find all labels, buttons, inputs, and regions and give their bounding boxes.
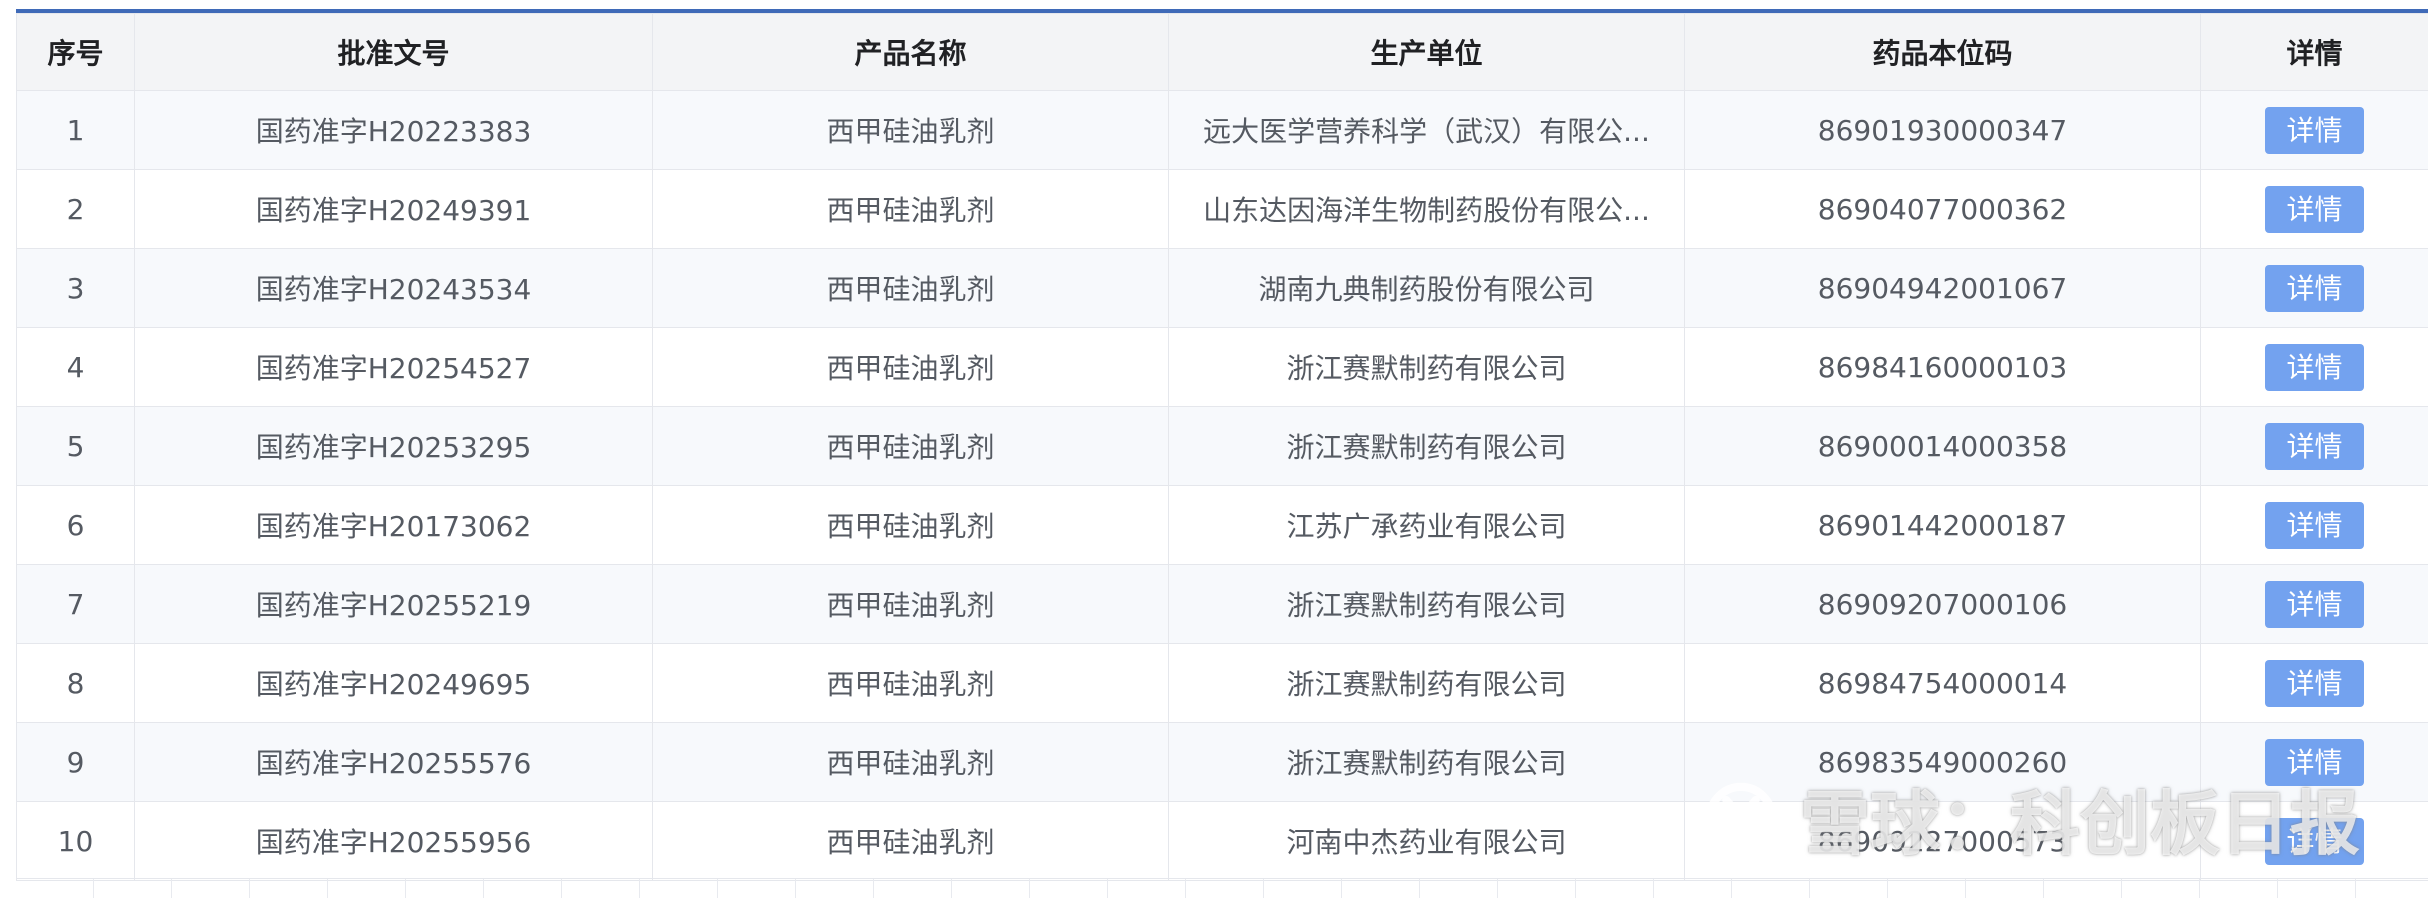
drug-code-cell: 86901442000187 — [1684, 485, 2201, 565]
approval-number-cell: 国药准字H20255576 — [134, 722, 653, 802]
serial-number-cell: 6 — [16, 485, 135, 565]
table-row: 6 国药准字H20173062 西甲硅油乳剂 江苏广承药业有限公司 869014… — [16, 485, 2428, 565]
table-container: 序号 批准文号 产品名称 生产单位 药品本位码 详情 1 国药准字H202233… — [16, 13, 2428, 881]
approval-number-cell: 国药准字H20253295 — [134, 406, 653, 486]
drug-code-cell: 86900014000358 — [1684, 406, 2201, 486]
detail-button[interactable]: 详情 — [2265, 106, 2364, 154]
detail-button[interactable]: 详情 — [2265, 659, 2364, 707]
table-row: 10 国药准字H20255956 西甲硅油乳剂 河南中杰药业有限公司 86909… — [16, 801, 2428, 881]
detail-cell: 详情 — [2200, 90, 2428, 170]
manufacturer-cell: 河南中杰药业有限公司 — [1168, 801, 1685, 881]
serial-number-cell: 3 — [16, 248, 135, 328]
manufacturer-cell: 山东达因海洋生物制药股份有限公... — [1168, 169, 1685, 249]
serial-number-cell: 10 — [16, 801, 135, 881]
product-name-cell: 西甲硅油乳剂 — [652, 406, 1169, 486]
serial-number-cell: 9 — [16, 722, 135, 802]
serial-number-cell: 2 — [16, 169, 135, 249]
detail-cell: 详情 — [2200, 485, 2428, 565]
drug-code-cell: 86901930000347 — [1684, 90, 2201, 170]
column-header-drug-code: 药品本位码 — [1684, 13, 2201, 91]
detail-button[interactable]: 详情 — [2265, 185, 2364, 233]
detail-cell: 详情 — [2200, 722, 2428, 802]
manufacturer-cell: 浙江赛默制药有限公司 — [1168, 722, 1685, 802]
table-row: 5 国药准字H20253295 西甲硅油乳剂 浙江赛默制药有限公司 869000… — [16, 406, 2428, 486]
detail-cell: 详情 — [2200, 643, 2428, 723]
manufacturer-cell: 江苏广承药业有限公司 — [1168, 485, 1685, 565]
drug-code-cell: 86983549000260 — [1684, 722, 2201, 802]
detail-button[interactable]: 详情 — [2265, 501, 2364, 549]
column-header-manufacturer: 生产单位 — [1168, 13, 1685, 91]
detail-button[interactable]: 详情 — [2265, 264, 2364, 312]
detail-cell: 详情 — [2200, 406, 2428, 486]
approval-number-cell: 国药准字H20255956 — [134, 801, 653, 881]
detail-button[interactable]: 详情 — [2265, 422, 2364, 470]
approval-number-cell: 国药准字H20254527 — [134, 327, 653, 407]
drug-approval-table: 序号 批准文号 产品名称 生产单位 药品本位码 详情 1 国药准字H202233… — [16, 13, 2428, 881]
detail-cell: 详情 — [2200, 248, 2428, 328]
product-name-cell: 西甲硅油乳剂 — [652, 327, 1169, 407]
approval-number-cell: 国药准字H20249391 — [134, 169, 653, 249]
manufacturer-cell: 浙江赛默制药有限公司 — [1168, 643, 1685, 723]
detail-button[interactable]: 详情 — [2265, 343, 2364, 391]
product-name-cell: 西甲硅油乳剂 — [652, 169, 1169, 249]
table-row: 3 国药准字H20243534 西甲硅油乳剂 湖南九典制药股份有限公司 8690… — [16, 248, 2428, 328]
column-header-approval-number: 批准文号 — [134, 13, 653, 91]
table-body: 1 国药准字H20223383 西甲硅油乳剂 远大医学营养科学（武汉）有限公..… — [16, 90, 2428, 881]
drug-code-cell: 86984754000014 — [1684, 643, 2201, 723]
detail-button[interactable]: 详情 — [2265, 738, 2364, 786]
product-name-cell: 西甲硅油乳剂 — [652, 248, 1169, 328]
product-name-cell: 西甲硅油乳剂 — [652, 485, 1169, 565]
table-row: 9 国药准字H20255576 西甲硅油乳剂 浙江赛默制药有限公司 869835… — [16, 722, 2428, 802]
detail-button[interactable]: 详情 — [2265, 817, 2364, 865]
table-header: 序号 批准文号 产品名称 生产单位 药品本位码 详情 — [16, 13, 2428, 91]
product-name-cell: 西甲硅油乳剂 — [652, 564, 1169, 644]
approval-number-cell: 国药准字H20173062 — [134, 485, 653, 565]
serial-number-cell: 5 — [16, 406, 135, 486]
table-row: 2 国药准字H20249391 西甲硅油乳剂 山东达因海洋生物制药股份有限公..… — [16, 169, 2428, 249]
approval-number-cell: 国药准字H20243534 — [134, 248, 653, 328]
header-row: 序号 批准文号 产品名称 生产单位 药品本位码 详情 — [16, 13, 2428, 91]
table-row: 8 国药准字H20249695 西甲硅油乳剂 浙江赛默制药有限公司 869847… — [16, 643, 2428, 723]
drug-approval-table-page: 序号 批准文号 产品名称 生产单位 药品本位码 详情 1 国药准字H202233… — [0, 0, 2428, 898]
drug-code-cell: 86904942001067 — [1684, 248, 2201, 328]
serial-number-cell: 7 — [16, 564, 135, 644]
drug-code-cell: 86909207000106 — [1684, 564, 2201, 644]
drug-code-cell: 86909227000573 — [1684, 801, 2201, 881]
manufacturer-cell: 浙江赛默制药有限公司 — [1168, 564, 1685, 644]
approval-number-cell: 国药准字H20255219 — [134, 564, 653, 644]
manufacturer-cell: 浙江赛默制药有限公司 — [1168, 327, 1685, 407]
serial-number-cell: 8 — [16, 643, 135, 723]
product-name-cell: 西甲硅油乳剂 — [652, 90, 1169, 170]
drug-code-cell: 86984160000103 — [1684, 327, 2201, 407]
manufacturer-cell: 浙江赛默制药有限公司 — [1168, 406, 1685, 486]
manufacturer-cell: 湖南九典制药股份有限公司 — [1168, 248, 1685, 328]
drug-code-cell: 86904077000362 — [1684, 169, 2201, 249]
detail-cell: 详情 — [2200, 169, 2428, 249]
detail-cell: 详情 — [2200, 564, 2428, 644]
table-row: 1 国药准字H20223383 西甲硅油乳剂 远大医学营养科学（武汉）有限公..… — [16, 90, 2428, 170]
detail-button[interactable]: 详情 — [2265, 580, 2364, 628]
column-header-product-name: 产品名称 — [652, 13, 1169, 91]
product-name-cell: 西甲硅油乳剂 — [652, 643, 1169, 723]
table-bottom-divider — [16, 878, 2428, 898]
column-header-details: 详情 — [2200, 13, 2428, 91]
product-name-cell: 西甲硅油乳剂 — [652, 722, 1169, 802]
detail-cell: 详情 — [2200, 327, 2428, 407]
serial-number-cell: 4 — [16, 327, 135, 407]
approval-number-cell: 国药准字H20223383 — [134, 90, 653, 170]
detail-cell: 详情 — [2200, 801, 2428, 881]
column-header-serial: 序号 — [16, 13, 135, 91]
approval-number-cell: 国药准字H20249695 — [134, 643, 653, 723]
table-row: 7 国药准字H20255219 西甲硅油乳剂 浙江赛默制药有限公司 869092… — [16, 564, 2428, 644]
manufacturer-cell: 远大医学营养科学（武汉）有限公... — [1168, 90, 1685, 170]
table-row: 4 国药准字H20254527 西甲硅油乳剂 浙江赛默制药有限公司 869841… — [16, 327, 2428, 407]
serial-number-cell: 1 — [16, 90, 135, 170]
product-name-cell: 西甲硅油乳剂 — [652, 801, 1169, 881]
